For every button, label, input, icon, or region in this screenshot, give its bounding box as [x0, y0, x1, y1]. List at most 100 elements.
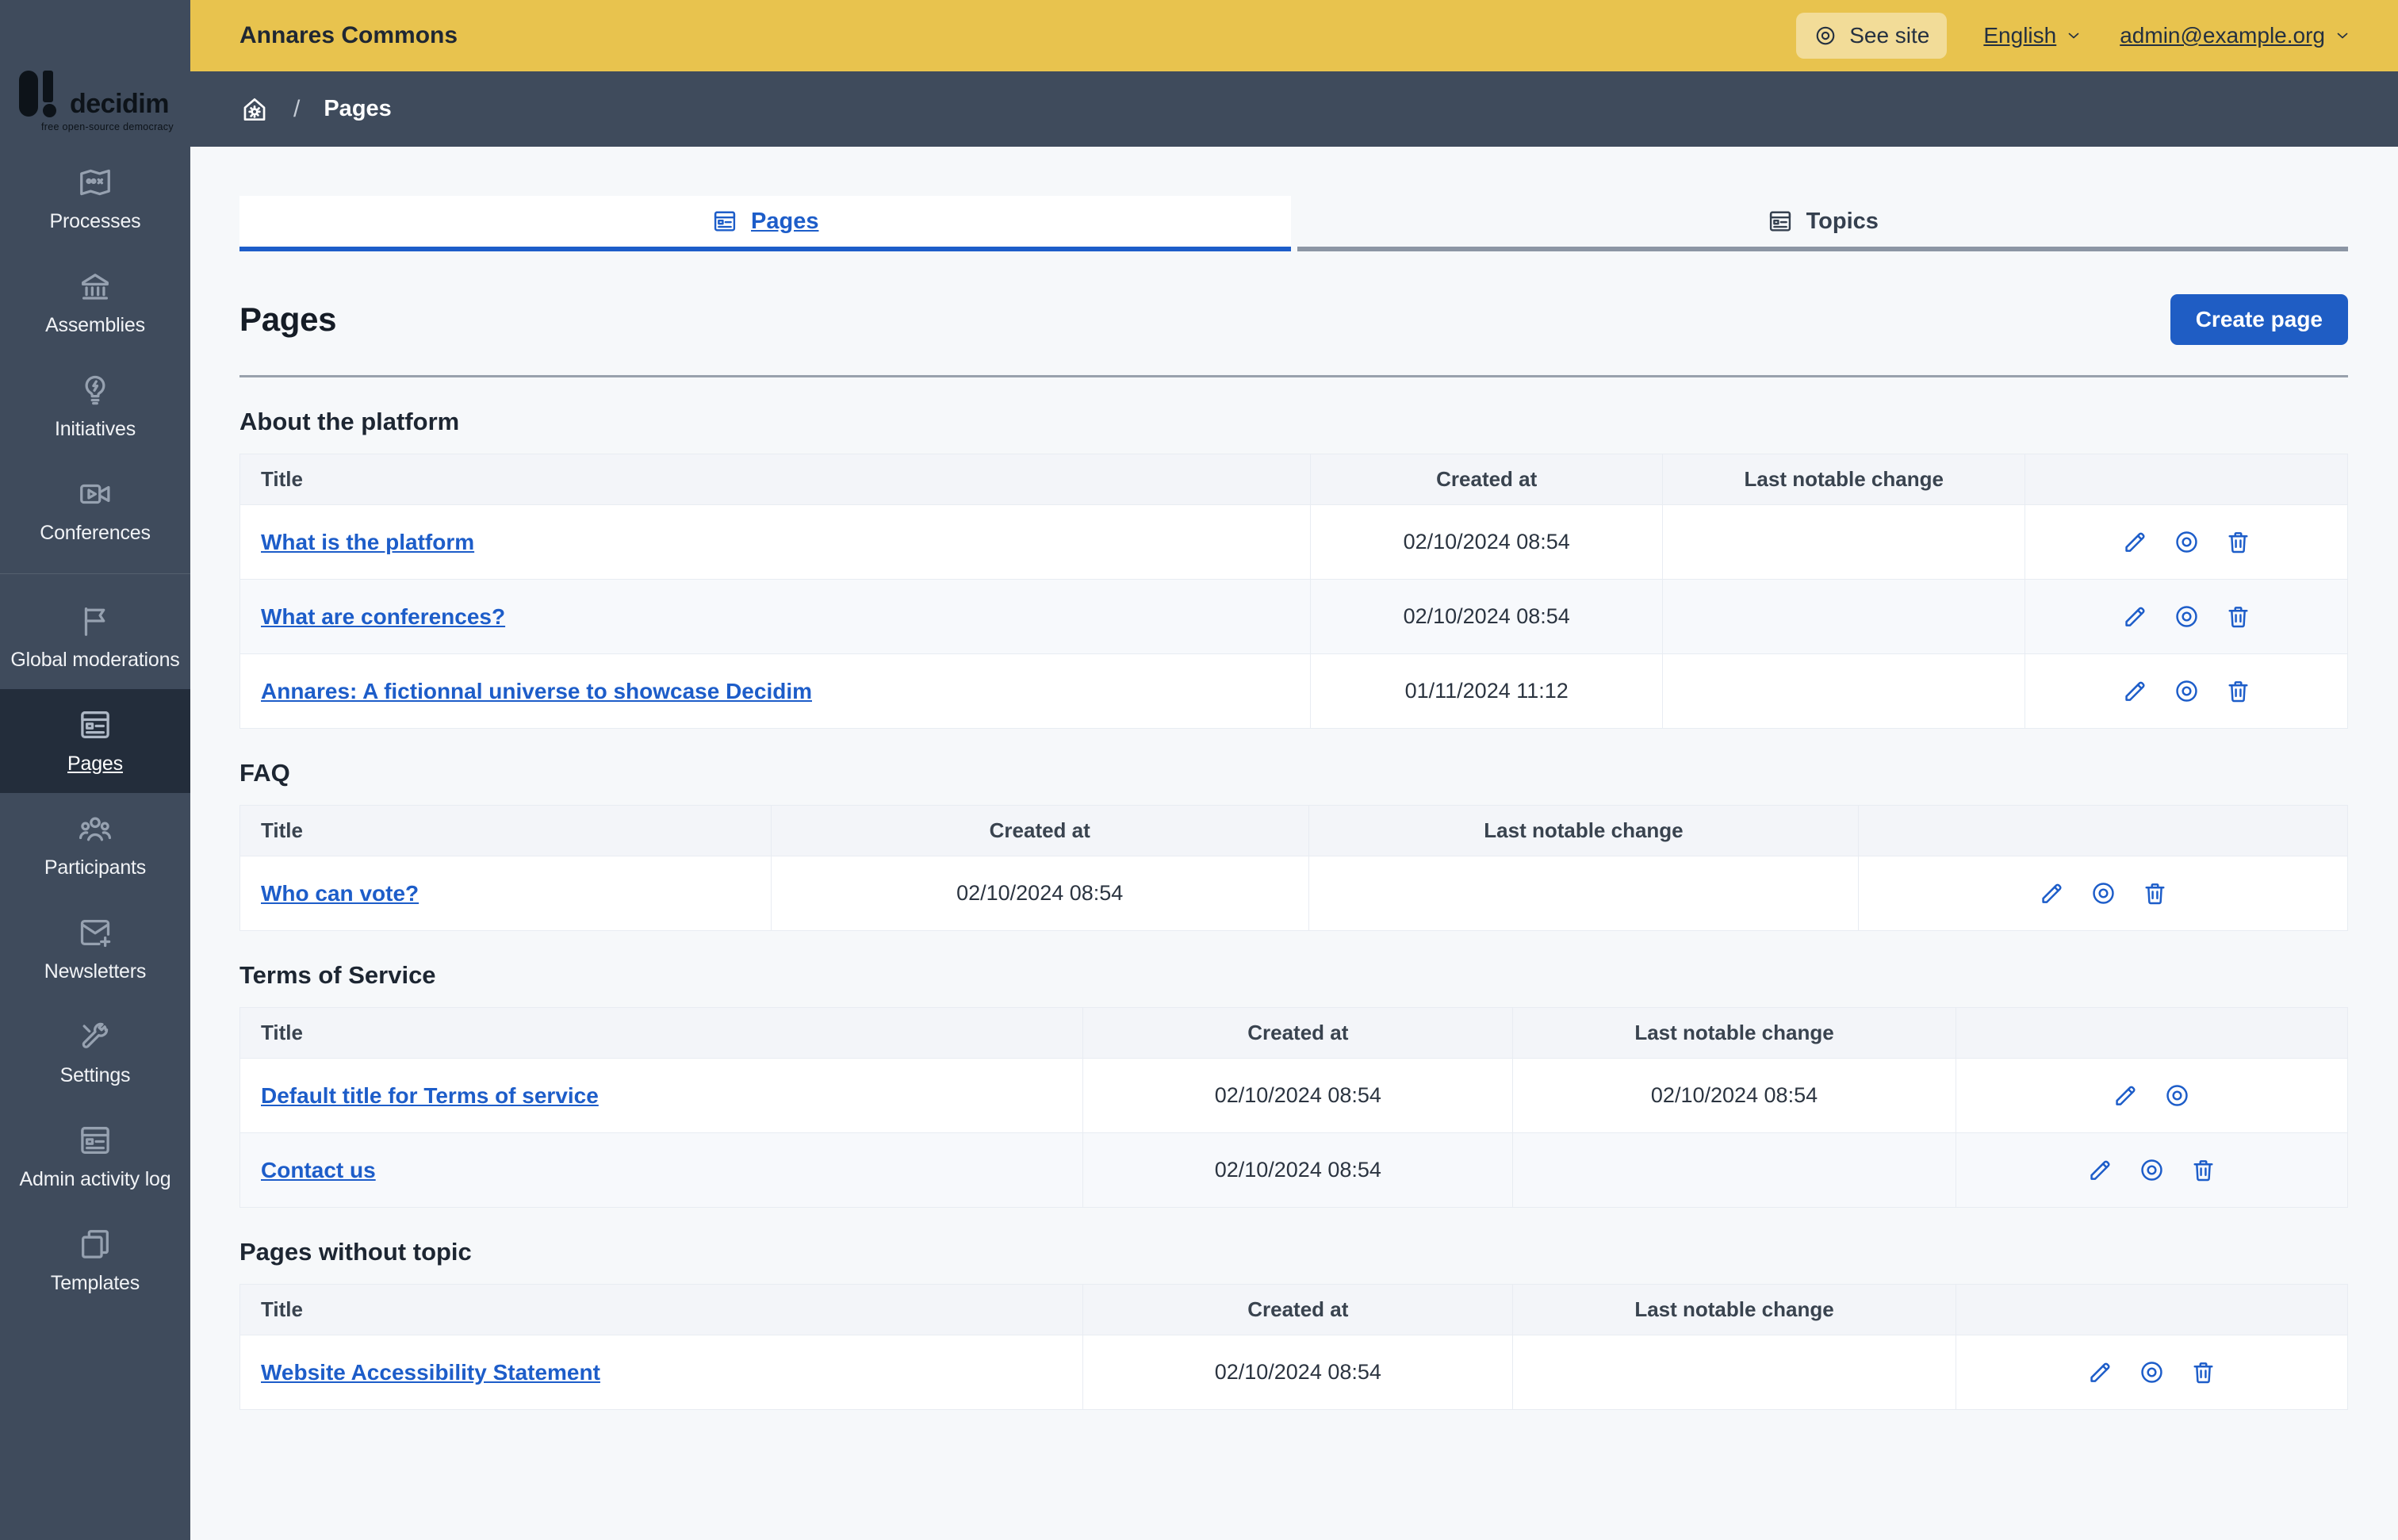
sidebar-item-label: Conferences: [40, 522, 151, 544]
language-label: English: [1983, 23, 2057, 48]
preview-button[interactable]: [2173, 677, 2201, 705]
create-page-button[interactable]: Create page: [2170, 294, 2348, 345]
preview-button[interactable]: [2163, 1082, 2191, 1109]
column-last-change: Last notable change: [1512, 1007, 1956, 1059]
page-link[interactable]: Contact us: [261, 1158, 376, 1182]
chevron-down-icon: [2064, 26, 2083, 45]
breadcrumb-current[interactable]: Pages: [324, 96, 391, 122]
trash-icon: [2224, 528, 2252, 556]
row-actions: [2025, 528, 2347, 556]
table-row: Contact us 02/10/2024 08:54: [239, 1132, 2349, 1208]
sidebar-item-global-moderations[interactable]: Global moderations: [0, 585, 190, 689]
delete-button[interactable]: [2141, 879, 2169, 907]
page-link[interactable]: Annares: A fictionnal universe to showca…: [261, 679, 812, 703]
tab-label: Pages: [751, 208, 819, 234]
edit-button[interactable]: [2121, 677, 2149, 705]
created-at-cell: 01/11/2024 11:12: [1310, 653, 1664, 729]
group-icon: [77, 810, 113, 847]
sidebar-item-initiatives[interactable]: Initiatives: [0, 354, 190, 458]
sidebar-item-settings[interactable]: Settings: [0, 1001, 190, 1105]
sidebar-item-assemblies[interactable]: Assemblies: [0, 251, 190, 354]
edit-button[interactable]: [2086, 1358, 2114, 1386]
preview-button[interactable]: [2173, 603, 2201, 630]
delete-button[interactable]: [2224, 528, 2252, 556]
pages-icon: [711, 208, 738, 235]
decidim-admin-app: decidim free open-source democracy Proce…: [0, 0, 2398, 1540]
table-row: Website Accessibility Statement 02/10/20…: [239, 1335, 2349, 1410]
main-column: Annares Commons See site English admin@e…: [190, 0, 2398, 1540]
section-heading-about: About the platform: [239, 408, 460, 435]
row-actions: [1956, 1082, 2347, 1109]
delete-button[interactable]: [2224, 677, 2252, 705]
sidebar-item-admin-activity-log[interactable]: Admin activity log: [0, 1105, 190, 1209]
edit-button[interactable]: [2038, 879, 2066, 907]
created-at-cell: 02/10/2024 08:54: [1310, 579, 1664, 654]
table-row: Annares: A fictionnal universe to showca…: [239, 653, 2348, 729]
delete-button[interactable]: [2224, 603, 2252, 630]
edit-button[interactable]: [2112, 1082, 2139, 1109]
language-menu[interactable]: English: [1983, 23, 2083, 48]
last-change-cell: [1308, 856, 1860, 931]
sidebar-item-conferences[interactable]: Conferences: [0, 458, 190, 562]
account-menu[interactable]: admin@example.org: [2120, 23, 2352, 48]
last-change-cell: [1512, 1335, 1956, 1410]
sidebar-item-pages[interactable]: Pages: [0, 689, 190, 793]
tab-label: Topics: [1806, 208, 1879, 234]
table-header-row: Title Created at Last notable change: [239, 805, 2348, 856]
sidebar-item-label: Settings: [59, 1064, 131, 1086]
delete-button[interactable]: [2189, 1358, 2217, 1386]
tab-topics[interactable]: Topics: [1297, 196, 2348, 251]
page-link[interactable]: Website Accessibility Statement: [261, 1360, 600, 1385]
sidebar-item-label: Global moderations: [10, 649, 180, 671]
page-link[interactable]: Default title for Terms of service: [261, 1083, 599, 1108]
row-actions: [2025, 603, 2347, 630]
chevron-down-icon: [2333, 26, 2352, 45]
column-actions: [1955, 1007, 2349, 1059]
row-actions: [1956, 1358, 2347, 1386]
topics-icon: [1767, 208, 1794, 235]
preview-eye-icon: [2090, 879, 2117, 907]
pages-table-faq: Title Created at Last notable change Who…: [239, 805, 2348, 931]
sidebar-item-label: Participants: [44, 856, 147, 879]
preview-eye-icon: [2173, 677, 2201, 705]
edit-icon: [2112, 1082, 2139, 1109]
sidebar-item-label: Initiatives: [54, 418, 136, 440]
column-title: Title: [239, 805, 772, 856]
edit-icon: [2038, 879, 2066, 907]
page-link[interactable]: Who can vote?: [261, 881, 419, 906]
delete-button[interactable]: [2189, 1156, 2217, 1184]
tabs: Pages Topics: [239, 196, 2348, 251]
edit-button[interactable]: [2121, 603, 2149, 630]
home-link[interactable]: [239, 94, 270, 125]
breadcrumb: / Pages: [190, 71, 2398, 147]
edit-icon: [2086, 1156, 2114, 1184]
preview-button[interactable]: [2138, 1358, 2166, 1386]
sidebar-item-templates[interactable]: Templates: [0, 1209, 190, 1312]
content-area: Pages Topics Pages Create page About the…: [190, 147, 2398, 1540]
page-link[interactable]: What is the platform: [261, 530, 474, 554]
row-actions: [1956, 1156, 2347, 1184]
table-header-row: Title Created at Last notable change: [239, 1284, 2349, 1335]
activity-log-icon: [77, 1122, 113, 1159]
edit-button[interactable]: [2086, 1156, 2114, 1184]
page-head: Pages Create page: [239, 294, 2348, 345]
decidim-logo[interactable]: decidim free open-source democracy: [0, 0, 190, 147]
decidim-tagline: free open-source democracy: [41, 121, 174, 132]
preview-eye-icon: [2163, 1082, 2191, 1109]
row-actions: [1859, 879, 2347, 907]
sidebar-item-processes[interactable]: Processes: [0, 147, 190, 251]
sidebar-item-label: Processes: [49, 210, 141, 232]
table-row: Default title for Terms of service 02/10…: [239, 1058, 2349, 1133]
home-gear-icon: [239, 94, 270, 125]
edit-button[interactable]: [2121, 528, 2149, 556]
preview-button[interactable]: [2173, 528, 2201, 556]
see-site-button[interactable]: See site: [1796, 13, 1948, 59]
tab-pages[interactable]: Pages: [239, 196, 1291, 251]
last-change-cell: [1512, 1132, 1956, 1208]
preview-button[interactable]: [2138, 1156, 2166, 1184]
page-link[interactable]: What are conferences?: [261, 604, 505, 629]
preview-button[interactable]: [2090, 879, 2117, 907]
section-heading-tos: Terms of Service: [239, 961, 436, 989]
sidebar-item-newsletters[interactable]: Newsletters: [0, 897, 190, 1001]
sidebar-item-participants[interactable]: Participants: [0, 793, 190, 897]
